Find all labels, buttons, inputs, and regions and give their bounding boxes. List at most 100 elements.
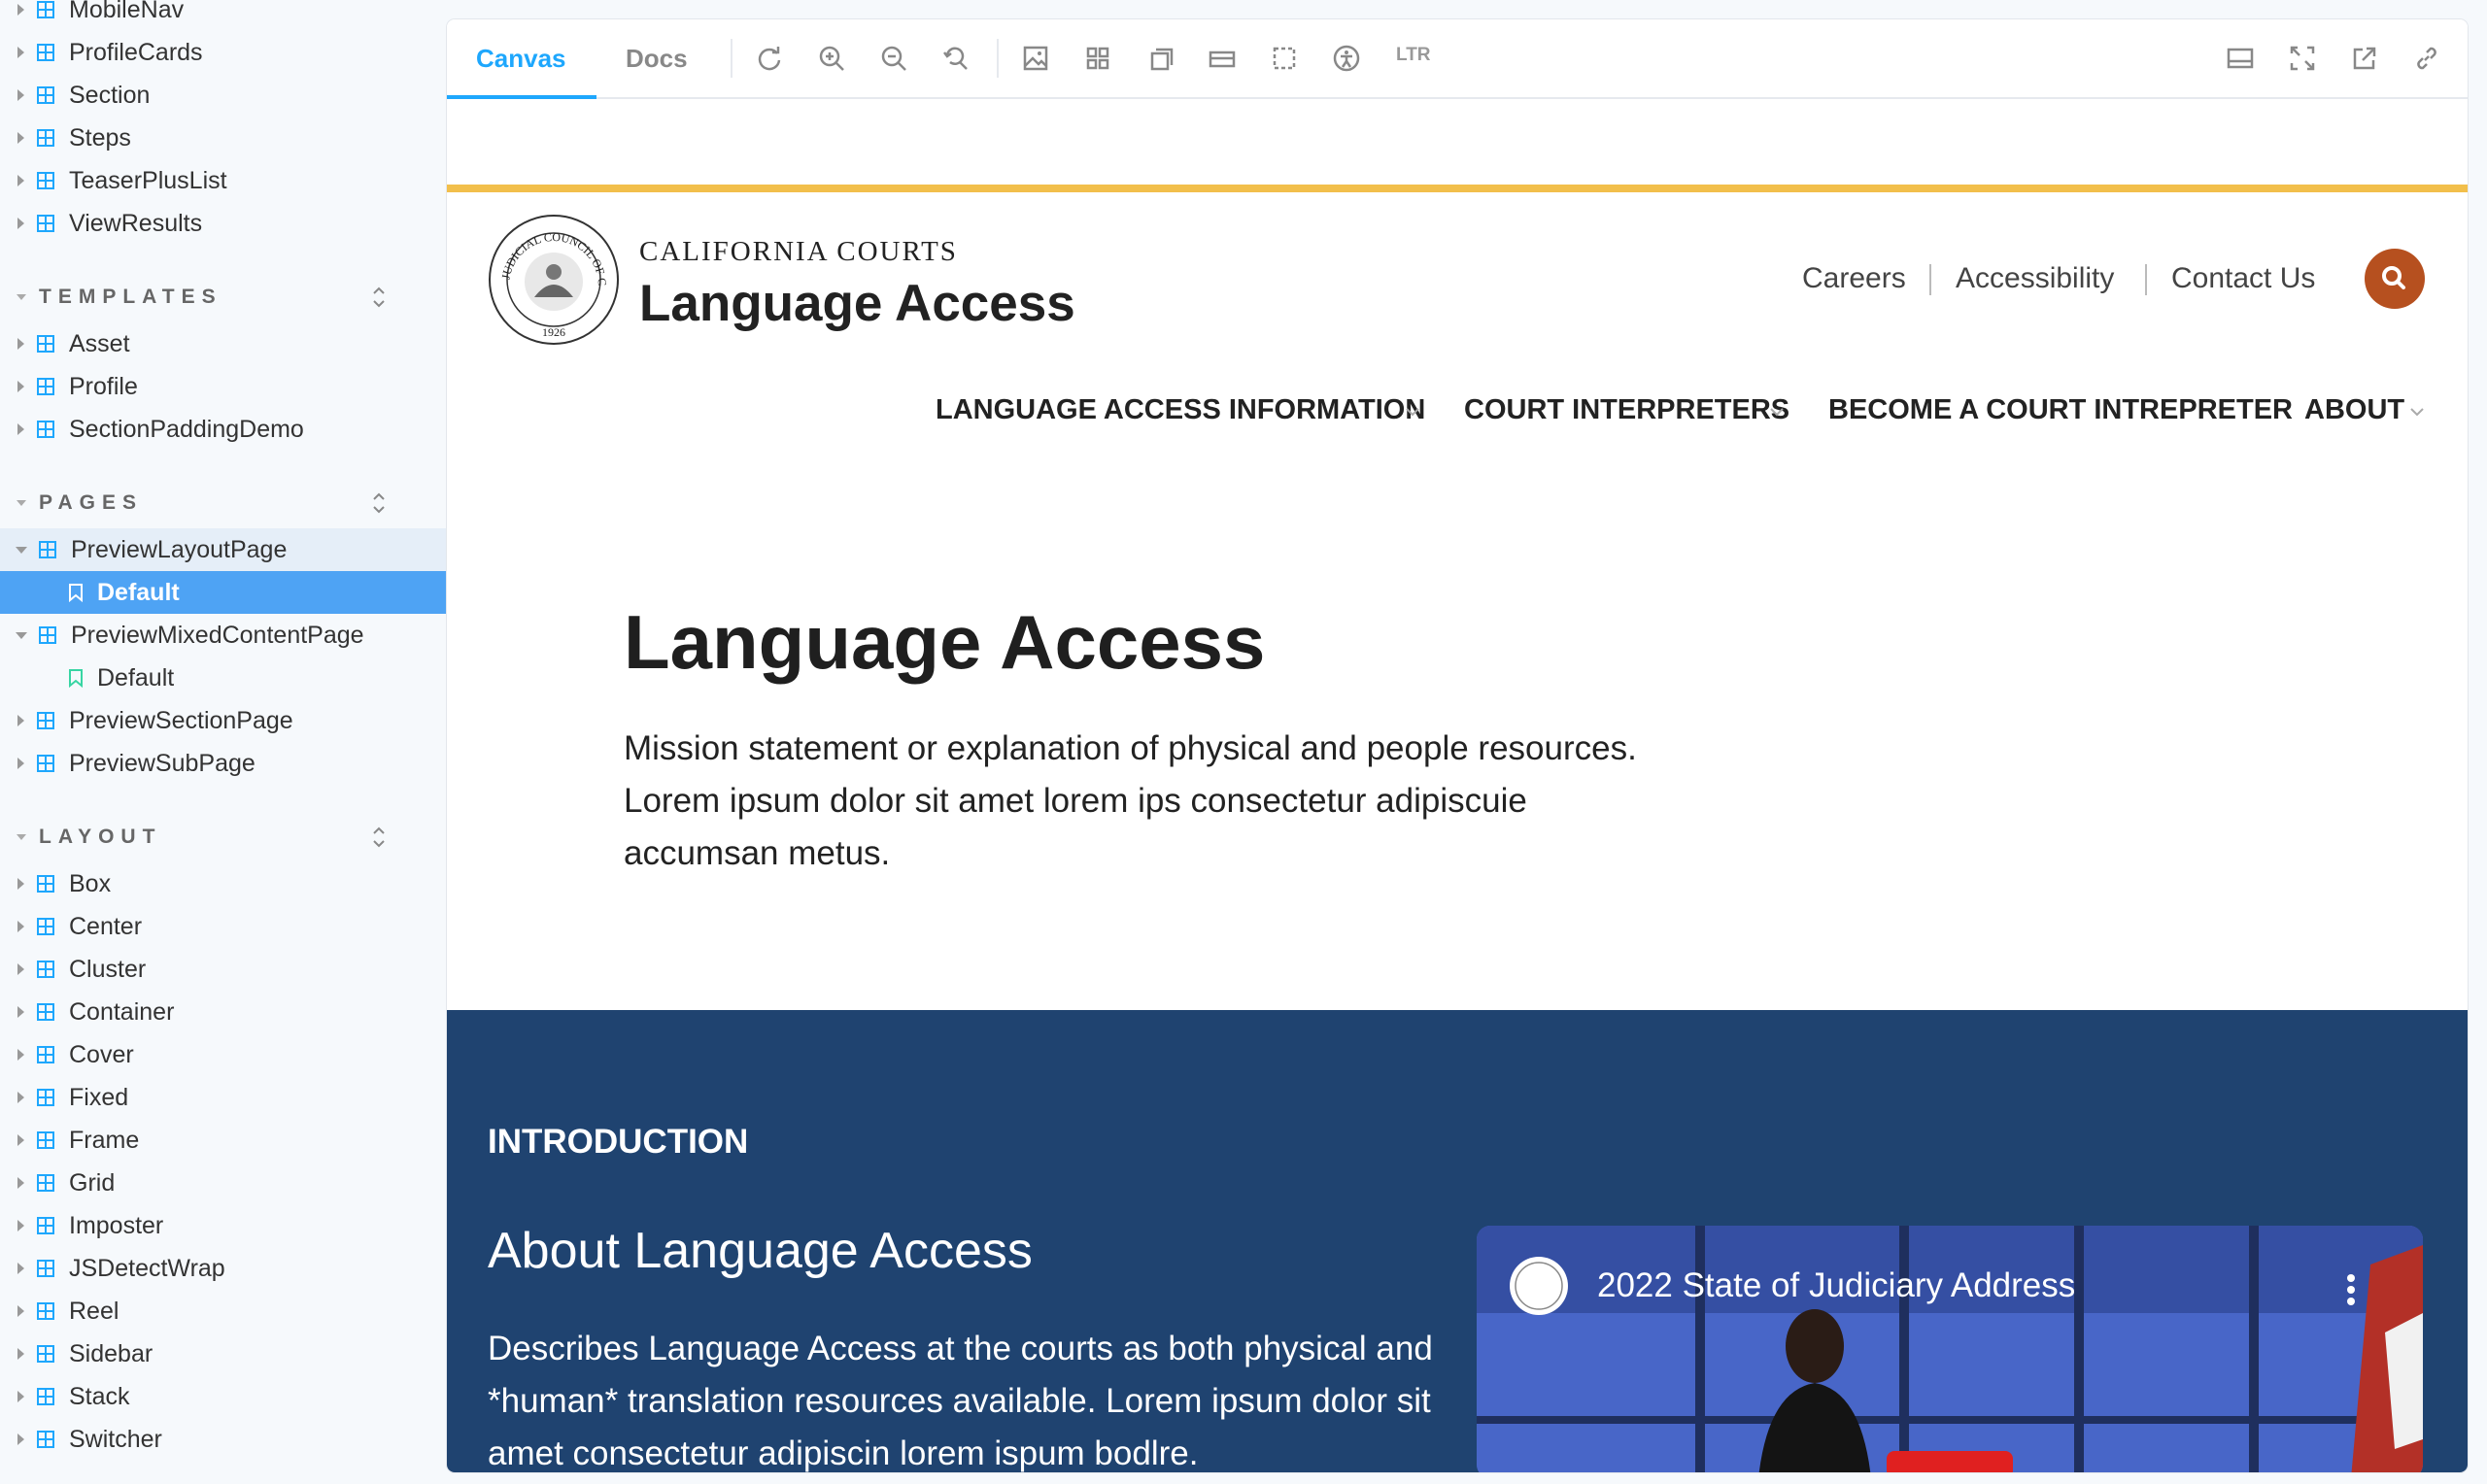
sidebar-story-label: Default	[97, 578, 180, 606]
sidebar-item-label: Reel	[69, 1297, 119, 1325]
grid-icon[interactable]	[1082, 43, 1113, 74]
sidebar-item-imposter[interactable]: Imposter	[0, 1204, 447, 1247]
tab-canvas[interactable]: Canvas	[476, 19, 566, 97]
section-heading: About Language Access	[488, 1223, 1033, 1279]
copy-link-icon[interactable]	[2411, 43, 2442, 74]
sidebar-item-sidebar[interactable]: Sidebar	[0, 1332, 447, 1375]
section-title: TEMPLATES	[39, 286, 222, 308]
component-icon	[37, 215, 54, 232]
section-eyebrow: INTRODUCTION	[488, 1123, 749, 1161]
sidebar-item-cluster[interactable]: Cluster	[0, 948, 447, 991]
tab-docs[interactable]: Docs	[626, 19, 688, 97]
link-careers[interactable]: Careers	[1802, 262, 1906, 295]
sidebar-item-previewsubpage[interactable]: PreviewSubPage	[0, 742, 447, 785]
sidebar-item-previewmixedcontentpage[interactable]: PreviewMixedContentPage	[0, 614, 447, 657]
caret-right-icon	[17, 1305, 24, 1317]
nav-become-a-court-interpreter[interactable]: BECOME A COURT INTREPRETER	[1828, 394, 2293, 426]
zoom-out-icon[interactable]	[878, 43, 909, 74]
sidebar-item-sectionpaddingdemo[interactable]: SectionPaddingDemo	[0, 408, 447, 451]
sidebar-item-section[interactable]: Section	[0, 74, 447, 117]
sidebar-item-mobilenav[interactable]: MobileNav	[0, 0, 447, 31]
open-new-tab-icon[interactable]	[2349, 43, 2380, 74]
sidebar-item-box[interactable]: Box	[0, 862, 447, 905]
measure-icon[interactable]	[1207, 43, 1238, 74]
component-icon	[37, 875, 54, 893]
section-header-templates[interactable]: TEMPLATES	[0, 278, 418, 317]
sidebar-item-label: Cover	[69, 1040, 134, 1068]
sidebar-item-teaserpluslist[interactable]: TeaserPlusList	[0, 159, 447, 202]
brand-title[interactable]: Language Access	[639, 274, 1075, 333]
sidebar-item-reel[interactable]: Reel	[0, 1290, 447, 1332]
addons-panel-icon[interactable]	[2225, 43, 2256, 74]
sidebar-item-previewlayoutpage[interactable]: PreviewLayoutPage	[0, 528, 447, 571]
viewport-icon[interactable]	[1144, 43, 1175, 74]
sidebar-item-container[interactable]: Container	[0, 991, 447, 1033]
sidebar-item-label: Box	[69, 869, 112, 897]
caret-right-icon	[17, 1263, 24, 1274]
text-direction-toggle[interactable]: LTR	[1396, 45, 1431, 66]
sidebar-item-asset[interactable]: Asset	[0, 322, 447, 365]
sidebar-item-label: PreviewLayoutPage	[71, 535, 288, 563]
nav-about[interactable]: ABOUT	[2304, 394, 2404, 426]
chevron-down-icon	[1770, 408, 1784, 417]
sidebar-item-frame[interactable]: Frame	[0, 1119, 447, 1162]
sidebar-item-steps[interactable]: Steps	[0, 117, 447, 159]
nav-language-access-information[interactable]: LANGUAGE ACCESS INFORMATION	[936, 394, 1425, 426]
sidebar-item-label: Grid	[69, 1168, 116, 1197]
link-accessibility[interactable]: Accessibility	[1956, 262, 2114, 295]
caret-right-icon	[17, 1092, 24, 1103]
sidebar-item-grid[interactable]: Grid	[0, 1162, 447, 1204]
sidebar-item-center[interactable]: Center	[0, 905, 447, 948]
caret-right-icon	[17, 4, 24, 16]
sidebar-item-label: Container	[69, 997, 175, 1026]
sidebar-item-profile[interactable]: Profile	[0, 365, 447, 408]
section-header-layout[interactable]: LAYOUT	[0, 818, 418, 857]
reload-icon[interactable]	[754, 43, 785, 74]
expand-collapse-icon[interactable]	[369, 489, 389, 517]
sidebar-item-jsdetectwrap[interactable]: JSDetectWrap	[0, 1247, 447, 1290]
section-header-pages[interactable]: PAGES	[0, 484, 418, 523]
sidebar-item-previewsectionpage[interactable]: PreviewSectionPage	[0, 699, 447, 742]
outline-icon[interactable]	[1269, 43, 1300, 74]
sidebar-story-label: Default	[97, 663, 175, 691]
fullscreen-icon[interactable]	[2287, 43, 2318, 74]
sidebar-item-label: PreviewSectionPage	[69, 706, 293, 734]
sidebar-item-profilecards[interactable]: ProfileCards	[0, 31, 447, 74]
search-button[interactable]	[2365, 249, 2425, 309]
more-options-icon[interactable]	[2332, 1255, 2370, 1313]
component-icon	[37, 1046, 54, 1063]
tab-canvas-label: Canvas	[476, 43, 566, 73]
zoom-reset-icon[interactable]	[940, 43, 971, 74]
component-icon	[37, 44, 54, 61]
accessibility-icon[interactable]	[1331, 43, 1362, 74]
sidebar-story-default-selected[interactable]: Default	[0, 571, 447, 614]
sidebar-item-cover[interactable]: Cover	[0, 1033, 447, 1076]
caret-right-icon	[17, 381, 24, 392]
video-embed[interactable]: 2022 State of Judiciary Address	[1477, 1226, 2423, 1472]
link-contact-us[interactable]: Contact Us	[2171, 262, 2315, 295]
sidebar-item-label: Sidebar	[69, 1339, 153, 1367]
judicial-council-seal-logo: JUDICIAL COUNCIL OF CALIFORNIA 1926	[488, 214, 619, 345]
zoom-in-icon[interactable]	[816, 43, 847, 74]
sidebar-item-label: Frame	[69, 1126, 140, 1154]
caret-right-icon	[17, 1006, 24, 1018]
sidebar-story-default[interactable]: Default	[0, 657, 447, 699]
sidebar-item-stack[interactable]: Stack	[0, 1375, 447, 1418]
expand-collapse-icon[interactable]	[369, 284, 389, 311]
sidebar-item-label: Profile	[69, 372, 138, 400]
sidebar-item-label: ProfileCards	[69, 38, 203, 66]
sidebar-item-label: Section	[69, 81, 151, 109]
sidebar-item-viewresults[interactable]: ViewResults	[0, 202, 447, 245]
sidebar-item-fixed[interactable]: Fixed	[0, 1076, 447, 1119]
caret-right-icon	[17, 1433, 24, 1445]
background-image-icon[interactable]	[1020, 43, 1051, 74]
expand-collapse-icon[interactable]	[369, 824, 389, 851]
component-icon	[37, 1174, 54, 1192]
caret-down-icon	[17, 500, 26, 506]
sidebar-item-switcher[interactable]: Switcher	[0, 1418, 447, 1461]
component-icon	[39, 541, 56, 558]
caret-right-icon	[17, 132, 24, 144]
nav-court-interpreters[interactable]: COURT INTERPRETERS	[1464, 394, 1789, 426]
sidebar: MobileNav ProfileCards Section Steps Tea…	[0, 0, 447, 1484]
caret-down-icon	[17, 834, 26, 840]
